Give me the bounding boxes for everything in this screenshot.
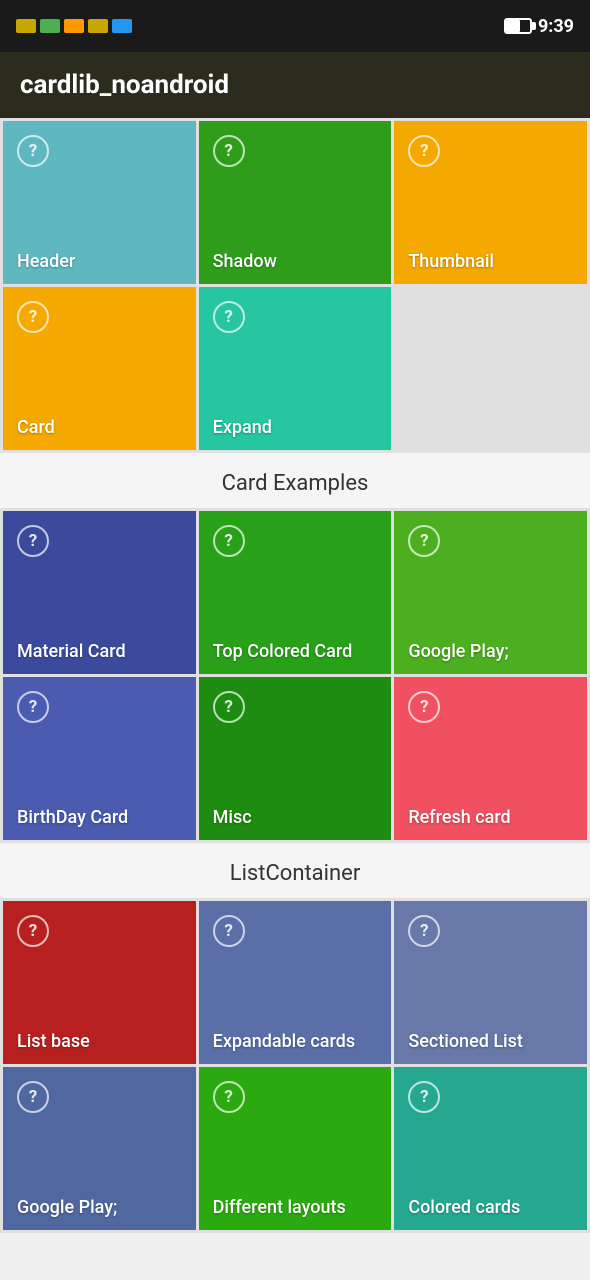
question-badge-header: ?: [17, 135, 49, 167]
item-label-google-play: Google Play;: [408, 641, 508, 662]
top-grid: ? Header ? Shadow ? Thumbnail ? Card ? E…: [0, 118, 590, 453]
item-label-shadow: Shadow: [213, 251, 277, 272]
battery-icon: [504, 18, 532, 34]
grid-item-shadow[interactable]: ? Shadow: [199, 121, 392, 284]
item-label-google-play2: Google Play;: [17, 1197, 117, 1218]
item-label-birthday-card: BirthDay Card: [17, 807, 128, 828]
card-examples-grid: ? Material Card ? Top Colored Card ? Goo…: [0, 508, 590, 843]
list-container-grid: ? List base ? Expandable cards ? Section…: [0, 898, 590, 1233]
item-label-card: Card: [17, 417, 55, 438]
grid-item-list-base[interactable]: ? List base: [3, 901, 196, 1064]
grid-item-google-play2[interactable]: ? Google Play;: [3, 1067, 196, 1230]
grid-item-thumbnail[interactable]: ? Thumbnail: [394, 121, 587, 284]
app-bar: cardlib_noandroid: [0, 52, 590, 118]
item-label-expand: Expand: [213, 417, 272, 438]
wifi-icon: [112, 19, 132, 33]
grid-item-sectioned-list[interactable]: ? Sectioned List: [394, 901, 587, 1064]
question-badge-different-layouts: ?: [213, 1081, 245, 1113]
question-badge-top-colored-card: ?: [213, 525, 245, 557]
item-label-list-base: List base: [17, 1031, 90, 1052]
question-badge-shadow: ?: [213, 135, 245, 167]
status-icons: [16, 19, 132, 33]
question-badge-sectioned-list: ?: [408, 915, 440, 947]
list-container-header: ListContainer: [0, 843, 590, 898]
grid-item-misc[interactable]: ? Misc: [199, 677, 392, 840]
question-badge-card: ?: [17, 301, 49, 333]
grid-item-google-play[interactable]: ? Google Play;: [394, 511, 587, 674]
question-badge-refresh-card: ?: [408, 691, 440, 723]
question-badge-list-base: ?: [17, 915, 49, 947]
network-icon: [40, 19, 60, 33]
question-badge-google-play2: ?: [17, 1081, 49, 1113]
item-label-material-card: Material Card: [17, 641, 126, 662]
question-badge-google-play: ?: [408, 525, 440, 557]
grid-item-different-layouts[interactable]: ? Different layouts: [199, 1067, 392, 1230]
item-label-thumbnail: Thumbnail: [408, 251, 494, 272]
grid-item-expandable-cards[interactable]: ? Expandable cards: [199, 901, 392, 1064]
grid-item-refresh-card[interactable]: ? Refresh card: [394, 677, 587, 840]
media-icon: [64, 19, 84, 33]
item-label-sectioned-list: Sectioned List: [408, 1031, 523, 1052]
item-label-header: Header: [17, 251, 75, 272]
question-badge-misc: ?: [213, 691, 245, 723]
card-examples-header: Card Examples: [0, 453, 590, 508]
status-time-group: 9:39: [504, 16, 574, 37]
question-badge-colored-cards: ?: [408, 1081, 440, 1113]
grid-item-expand[interactable]: ? Expand: [199, 287, 392, 450]
status-time: 9:39: [538, 16, 574, 37]
grid-item-colored-cards[interactable]: ? Colored cards: [394, 1067, 587, 1230]
item-label-expandable-cards: Expandable cards: [213, 1031, 355, 1052]
grid-item-birthday-card[interactable]: ? BirthDay Card: [3, 677, 196, 840]
item-label-different-layouts: Different layouts: [213, 1197, 346, 1218]
question-badge-material-card: ?: [17, 525, 49, 557]
question-badge-expand: ?: [213, 301, 245, 333]
item-label-top-colored-card: Top Colored Card: [213, 641, 353, 662]
question-badge-expandable-cards: ?: [213, 915, 245, 947]
settings-icon: [88, 19, 108, 33]
app-title: cardlib_noandroid: [20, 70, 229, 100]
question-badge-birthday-card: ?: [17, 691, 49, 723]
item-label-misc: Misc: [213, 807, 252, 828]
status-bar: 9:39: [0, 0, 590, 52]
item-label-refresh-card: Refresh card: [408, 807, 510, 828]
item-label-colored-cards: Colored cards: [408, 1197, 520, 1218]
grid-item-header[interactable]: ? Header: [3, 121, 196, 284]
question-badge-thumbnail: ?: [408, 135, 440, 167]
grid-item-top-colored-card[interactable]: ? Top Colored Card: [199, 511, 392, 674]
grid-item-material-card[interactable]: ? Material Card: [3, 511, 196, 674]
notification-icon: [16, 19, 36, 33]
grid-item-card[interactable]: ? Card: [3, 287, 196, 450]
